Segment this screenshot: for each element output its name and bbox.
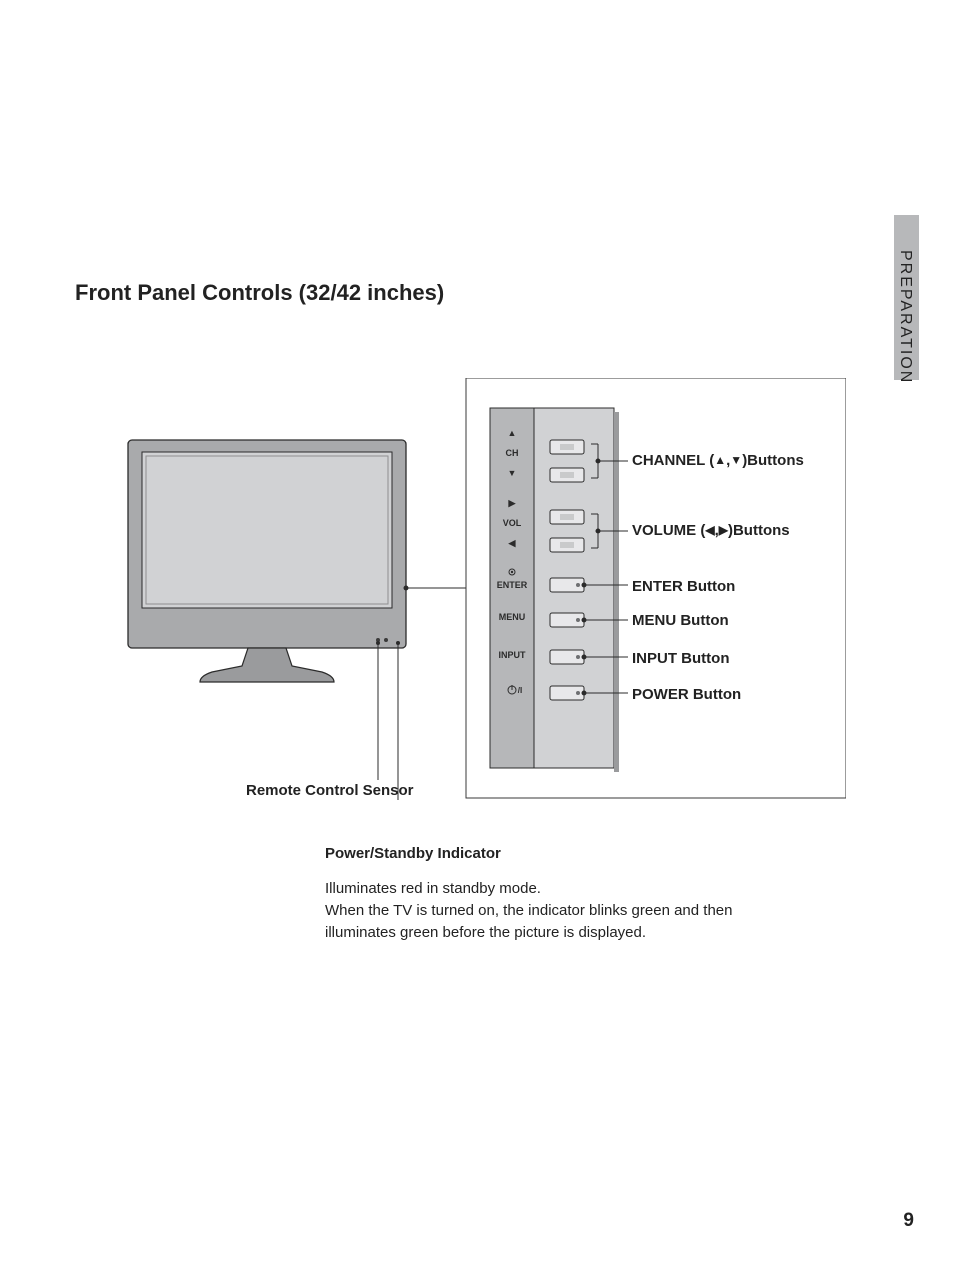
page-title: Front Panel Controls (32/42 inches) — [75, 280, 444, 306]
power-callout: POWER Button — [632, 686, 741, 703]
page-number: 9 — [903, 1210, 914, 1232]
svg-text:▲: ▲ — [508, 428, 517, 438]
right-arrow-icon: ▶ — [719, 523, 728, 537]
indicator-body: Illuminates red in standby mode.When the… — [325, 878, 785, 943]
down-arrow-icon: ▼ — [730, 453, 742, 467]
svg-text:◀: ◀ — [508, 538, 517, 548]
left-arrow-icon: ◀ — [705, 523, 714, 537]
indicator-block: Power/Standby Indicator Illuminates red … — [325, 845, 785, 943]
input-callout: INPUT Button — [632, 650, 729, 667]
indicator-title: Power/Standby Indicator — [325, 845, 785, 862]
channel-callout: CHANNEL (▲,▼)Buttons — [632, 452, 804, 469]
remote-sensor-label: Remote Control Sensor — [246, 782, 414, 799]
up-arrow-icon: ▲ — [714, 453, 726, 467]
volume-callout: VOLUME (◀,▶)Buttons — [632, 522, 790, 539]
section-label: PREPARATION — [896, 250, 914, 384]
svg-text:ENTER: ENTER — [497, 580, 528, 590]
svg-text:MENU: MENU — [499, 612, 526, 622]
enter-callout: ENTER Button — [632, 578, 735, 595]
menu-callout: MENU Button — [632, 612, 729, 629]
svg-text:CH: CH — [506, 448, 519, 458]
svg-text:▶: ▶ — [508, 498, 517, 508]
svg-text:INPUT: INPUT — [499, 650, 527, 660]
svg-text:VOL: VOL — [503, 518, 522, 528]
svg-text:/I: /I — [518, 686, 522, 695]
svg-text:▼: ▼ — [508, 468, 517, 478]
